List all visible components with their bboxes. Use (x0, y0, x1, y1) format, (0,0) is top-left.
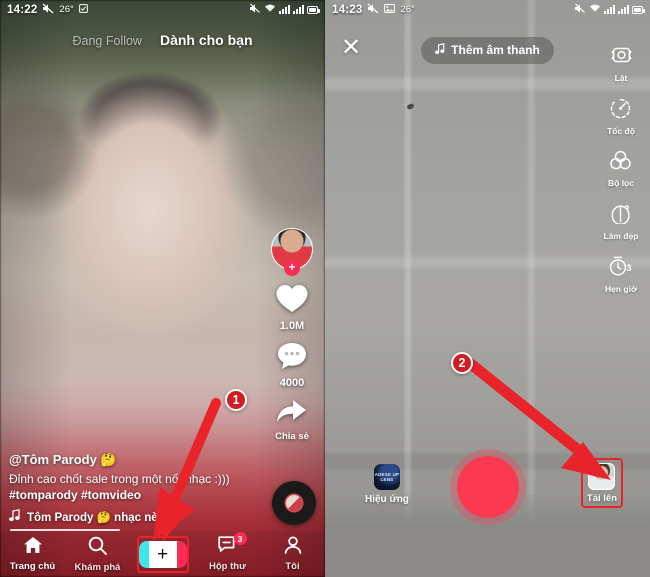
effects-thumbnail-icon: ADESE UP LENS (373, 464, 400, 490)
wifi-icon (264, 3, 276, 16)
like-count: 1.0M (279, 320, 305, 332)
author-username[interactable]: @Tôm Parody 🤔 (9, 452, 234, 468)
step-badge-1: 1 (225, 389, 247, 411)
status-time: 14:23 (332, 3, 363, 16)
mute-icon (367, 3, 379, 17)
record-button[interactable] (456, 456, 519, 518)
nav-item-home[interactable]: Trang chủ (3, 536, 63, 572)
create-highlight-box: + (136, 535, 189, 573)
tool-flip-camera[interactable]: Lật (609, 44, 634, 83)
wifi-icon (589, 3, 601, 16)
nav-label-discover: Khám phá (74, 561, 121, 573)
caption-description: Đỉnh cao chốt sale trong một nốt nhạc :)… (9, 472, 230, 486)
feed-status-bar: 14:22 26° (0, 0, 325, 19)
image-icon (384, 3, 396, 16)
effects-button[interactable]: ADESE UP LENS Hiệu ứng (365, 464, 409, 505)
tool-label-flip: Lật (614, 73, 628, 83)
dual-screenshot-container: 14:22 26° Đang Follow Dành cho bạn + 1.0… (0, 0, 650, 577)
effects-thumb-text: ADESE UP LENS (374, 472, 400, 482)
tool-beauty[interactable]: Làm đẹp (603, 202, 639, 241)
music-row[interactable]: Tôm Parody 🤔 nhạc nè (9, 509, 234, 525)
tool-speed[interactable]: Tốc độ (607, 97, 635, 136)
upload-highlight-box: Tải lên (580, 458, 623, 508)
timer-icon: 3 (608, 255, 634, 282)
tab-following[interactable]: Đang Follow (72, 34, 141, 48)
video-caption: @Tôm Parody 🤔 Đỉnh cao chốt sale trong m… (9, 452, 234, 525)
create-plus-button[interactable]: + (138, 540, 187, 568)
music-note-icon (9, 509, 20, 525)
feed-top-tabs: Đang Follow Dành cho bạn (0, 32, 325, 48)
nav-item-profile[interactable]: Tôi (263, 536, 323, 572)
upload-button[interactable]: Tải lên (587, 463, 617, 504)
feed-action-rail: + 1.0M 4000 Chia sẻ (266, 228, 318, 442)
share-label: Chia sẻ (275, 431, 309, 442)
tool-filter[interactable]: Bộ lọc (608, 150, 634, 188)
comment-button[interactable]: 4000 (276, 341, 308, 389)
profile-icon (284, 536, 302, 559)
feed-bottom-nav: Trang chủ Khám phá + 3 Hộp thư Tôi (0, 531, 325, 577)
nav-item-inbox[interactable]: 3 Hộp thư (198, 532, 258, 572)
camera-status-bar: 14:23 26° (325, 0, 650, 19)
comment-icon (276, 341, 308, 376)
status-temperature: 26° (400, 4, 415, 15)
create-plus-icon: + (156, 543, 169, 565)
camera-tool-rail: Lật Tốc độ Bộ lọc Làm đẹp 3 Hẹn giờ (598, 44, 644, 294)
share-button[interactable]: Chia sẻ (275, 398, 309, 442)
signal-icon (618, 5, 629, 14)
mute-icon (249, 3, 261, 17)
tool-label-beauty: Làm đẹp (603, 231, 639, 241)
add-sound-button[interactable]: Thêm âm thanh (421, 36, 554, 64)
mute-icon (42, 3, 54, 17)
camera-flip-icon (609, 44, 634, 71)
signal-icon (293, 5, 304, 14)
comment-count: 4000 (279, 377, 305, 389)
beauty-icon (609, 202, 632, 229)
tool-label-speed: Tốc độ (607, 126, 635, 136)
music-disc-icon[interactable] (272, 481, 316, 525)
camera-bottom-controls: ADESE UP LENS Hiệu ứng Tải lên (325, 456, 650, 528)
tool-timer[interactable]: 3 Hẹn giờ (605, 255, 637, 294)
caption-hashtags[interactable]: #tomparody #tomvideo (9, 488, 234, 502)
follow-plus-icon[interactable]: + (284, 260, 300, 276)
nav-label-inbox: Hộp thư (209, 561, 246, 572)
status-time: 14:22 (7, 3, 38, 16)
tiktok-feed-screen: 14:22 26° Đang Follow Dành cho bạn + 1.0… (0, 0, 325, 577)
add-sound-label: Thêm âm thanh (451, 43, 540, 57)
nav-label-home: Trang chủ (9, 561, 56, 572)
step-badge-2: 2 (451, 352, 473, 374)
battery-icon (307, 5, 320, 14)
home-icon (23, 536, 43, 559)
tiktok-camera-screen: 14:23 26° ✕ Thêm âm thanh Lật Tốc độ Bộ … (325, 0, 650, 577)
inbox-badge: 3 (233, 532, 247, 545)
signal-icon (279, 5, 290, 14)
speed-icon (609, 97, 632, 124)
tab-for-you[interactable]: Dành cho bạn (160, 32, 253, 48)
weather-icon (78, 3, 88, 16)
upload-thumbnail-icon (588, 463, 616, 490)
author-avatar-button[interactable]: + (271, 228, 313, 276)
close-icon[interactable]: ✕ (341, 36, 361, 60)
search-icon (88, 536, 107, 560)
home-indicator (10, 528, 120, 531)
filter-icon (609, 150, 632, 176)
upload-label: Tải lên (586, 493, 617, 504)
status-temperature: 26° (59, 4, 74, 15)
battery-icon (632, 5, 645, 14)
nav-item-discover[interactable]: Khám phá (68, 536, 128, 573)
signal-icon (604, 5, 615, 14)
share-arrow-icon (275, 398, 308, 430)
heart-icon (275, 283, 309, 319)
music-note-icon (435, 42, 445, 58)
nav-item-create[interactable]: + (133, 535, 193, 573)
camera-system-navbar (325, 528, 650, 577)
tool-label-timer: Hẹn giờ (604, 284, 638, 294)
effects-label: Hiệu ứng (365, 494, 409, 505)
nav-label-profile: Tôi (285, 561, 300, 572)
mute-icon (574, 3, 586, 17)
tool-label-filter: Bộ lọc (608, 178, 634, 188)
music-title: Tôm Parody 🤔 nhạc nè (27, 512, 158, 524)
like-button[interactable]: 1.0M (275, 283, 309, 332)
svg-text:3: 3 (626, 263, 631, 274)
